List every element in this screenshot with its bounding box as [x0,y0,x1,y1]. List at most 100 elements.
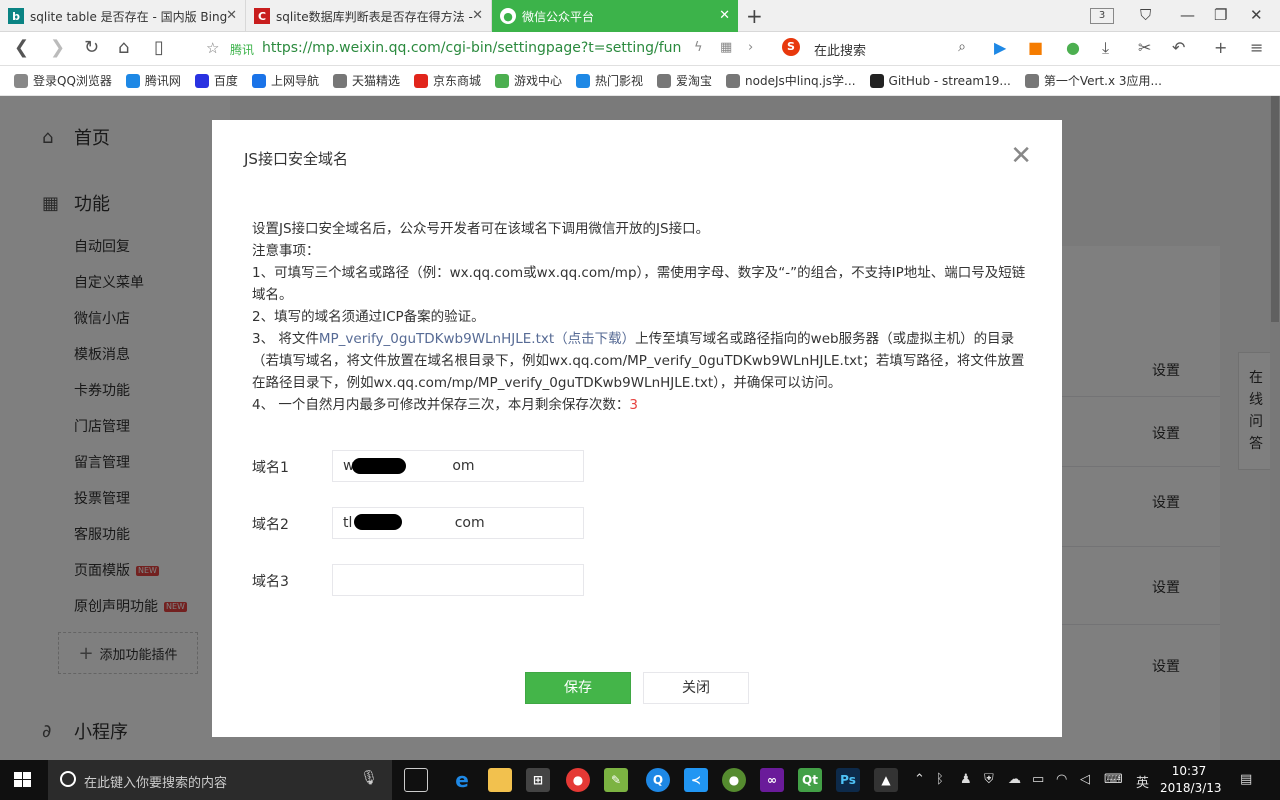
bookmark-item[interactable]: 上网导航 [251,72,319,89]
menu-icon[interactable]: ≡ [1250,38,1263,57]
minimize-button[interactable]: — [1180,6,1195,24]
notepad-icon[interactable]: ✎ [604,768,628,792]
save-button[interactable]: 保存 [525,672,631,704]
link-icon [726,73,741,88]
windows-start-icon[interactable] [14,772,32,788]
instruction-line: 4、 一个自然月内最多可修改并保存三次，本月剩余保存次数：3 [252,397,638,413]
task-view-icon[interactable] [404,768,428,792]
qt-icon[interactable]: Qt [798,768,822,792]
microphone-icon[interactable]: 🎙 [360,770,378,786]
domain3-input[interactable] [332,564,584,596]
download-icon[interactable]: ⤓ [1102,38,1109,58]
search-icon[interactable]: ⌕ [958,39,966,55]
wechat-icon[interactable]: ● [1066,38,1080,57]
bookmark-item[interactable]: nodeJs中linq.js学... [726,72,856,89]
plus-icon[interactable]: + [1214,38,1227,57]
wifi-icon[interactable]: ◠ [1056,772,1067,787]
skin-icon[interactable]: ⛉ [1140,6,1151,24]
back-icon[interactable]: ❮ [14,37,29,58]
bookmark-item[interactable]: 爱淘宝 [657,72,712,89]
photoshop-icon[interactable]: Ps [836,768,860,792]
bookmark-item[interactable]: 天猫精选 [332,72,400,89]
bookmark-item[interactable]: 第一个Vert.x 3应用... [1024,72,1162,89]
volume-icon[interactable]: ◁ [1080,772,1090,787]
close-icon[interactable]: ✕ [472,8,483,23]
ie-icon [251,73,266,88]
close-icon[interactable]: ✕ [226,8,237,23]
undo-icon[interactable]: ↶ [1172,38,1185,57]
new-tab-button[interactable]: + [746,4,763,28]
window-close-button[interactable]: ✕ [1250,6,1263,24]
bookmark-item[interactable]: 腾讯网 [125,72,181,89]
bookmark-item[interactable]: GitHub - stream19... [869,73,1011,88]
qrcode-icon[interactable]: ▦ [720,40,732,55]
taskbar-search[interactable]: 在此键入你要搜索的内容 🎙 [48,760,392,800]
qq-icon[interactable]: ♟ [960,772,972,787]
url-text[interactable]: https://mp.weixin.qq.com/cgi-bin/setting… [262,40,682,56]
tab-title: sqlite table 是否存在 - 国内版 Bing [30,9,228,24]
globe-icon [1024,73,1039,88]
tab-count-badge[interactable]: 3 [1090,8,1114,24]
bluetooth-icon[interactable]: ᛒ [936,772,944,787]
tab-title: sqlite数据库判断表是否存在得方法 - [276,9,473,24]
instruction-line: 2、填写的域名须通过ICP备案的验证。 [252,309,485,325]
tab-title: 微信公众平台 [522,9,595,24]
sogou-icon[interactable]: S [782,38,800,56]
refresh-icon[interactable]: ↻ [84,37,99,58]
star-icon[interactable]: ☆ [206,39,219,57]
home-icon[interactable]: ⌂ [118,37,129,58]
notification-icon[interactable]: ▤ [1240,772,1252,787]
bookmark-item[interactable]: 京东商城 [413,72,481,89]
android-icon[interactable]: ● [722,768,746,792]
baidu-icon [194,73,209,88]
bookmarks-bar: 登录QQ浏览器 腾讯网 百度 上网导航 天猫精选 京东商城 游戏中心 热门影视 爱淘宝 nodeJ… [0,66,1280,96]
visual-studio-icon[interactable]: ∞ [760,768,784,792]
search-box[interactable]: S 在此搜索 ⌕ [780,36,970,62]
github-icon [869,73,884,88]
jd-icon [413,73,428,88]
browser-tab-bar: b sqlite table 是否存在 - 国内版 Bing ✕ C sqlit… [0,0,1280,32]
csdn-icon: C [254,8,270,24]
camera-icon[interactable]: ■ [1028,38,1043,57]
photos-icon[interactable]: ▲ [874,768,898,792]
edge-icon[interactable]: e [450,768,474,792]
domain1-label: 域名1 [252,460,289,476]
bookmark-item[interactable]: 游戏中心 [494,72,562,89]
qq-browser-icon[interactable]: Q [646,768,670,792]
video-icon[interactable]: ▶ [994,38,1006,57]
battery-icon[interactable]: ▭ [1032,772,1044,787]
bookmark-item[interactable]: 登录QQ浏览器 [14,72,112,89]
game-icon [494,73,509,88]
tab-bing-search[interactable]: b sqlite table 是否存在 - 国内版 Bing ✕ [0,0,246,32]
reader-icon[interactable]: ▯ [154,37,164,58]
maximize-button[interactable]: ❐ [1214,6,1227,24]
instruction-line: 1、可填写三个域名或路径（例：wx.qq.com或wx.qq.com/mp），需… [252,265,1026,303]
bookmark-item[interactable]: 百度 [194,72,238,89]
shield-icon[interactable]: ⛨ [984,772,994,787]
url-field[interactable]: ☆ 腾讯 https://mp.weixin.qq.com/cgi-bin/se… [196,36,766,62]
chevron-up-icon[interactable]: ⌃ [914,772,925,787]
ime-indicator[interactable]: 英 [1136,772,1149,791]
tab-wechat-mp[interactable]: ● 微信公众平台 ✕ [492,0,738,32]
tab-csdn[interactable]: C sqlite数据库判断表是否存在得方法 - ✕ [246,0,492,32]
cloud-icon[interactable]: ☁ [1008,772,1021,787]
chevron-right-icon[interactable]: › [748,40,753,55]
keyboard-icon[interactable]: ⌨ [1104,772,1123,787]
file-explorer-icon[interactable] [488,768,512,792]
forward-icon[interactable]: ❯ [50,37,65,58]
close-button[interactable]: 关闭 [643,672,749,704]
bookmark-item[interactable]: 热门影视 [576,72,643,89]
close-icon[interactable]: ✕ [719,8,730,23]
chrome-icon[interactable]: ● [566,768,590,792]
globe-icon [657,73,672,88]
taskbar-search-placeholder: 在此键入你要搜索的内容 [84,776,228,791]
store-icon[interactable]: ⊞ [526,768,550,792]
domain3-label: 域名3 [252,574,289,590]
system-clock[interactable]: 10:37 2018/3/13 [1160,763,1222,797]
download-verify-file-link[interactable]: MP_verify_0guTDKwb9WLnHJLE.txt（点击下载） [319,331,635,347]
scissors-icon[interactable]: ✂ [1138,38,1151,57]
vscode-icon[interactable]: ≺ [684,768,708,792]
lightning-icon[interactable]: ϟ [694,40,703,55]
dialog-instructions: 设置JS接口安全域名后，公众号开发者可在该域名下调用微信开放的JS接口。 注意事… [252,218,1027,416]
close-icon[interactable]: ✕ [1010,143,1032,169]
